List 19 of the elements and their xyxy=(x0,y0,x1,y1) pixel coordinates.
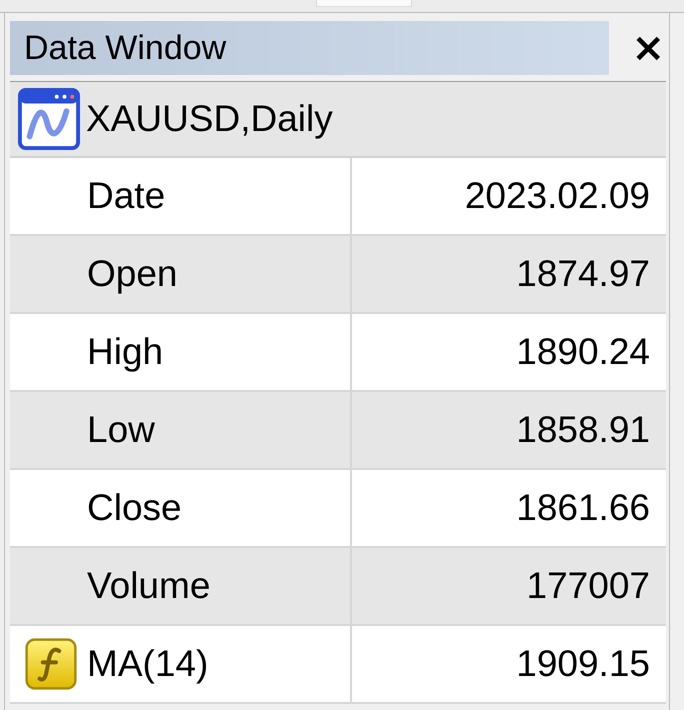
symbol-label: XAUUSD,Daily xyxy=(86,98,333,140)
field-label: High xyxy=(87,331,164,373)
close-button[interactable]: × xyxy=(627,28,669,68)
field-label: Date xyxy=(87,175,166,217)
field-label: Close xyxy=(87,487,182,529)
function-icon xyxy=(25,638,77,690)
field-label: Low xyxy=(87,409,155,451)
field-value: 1874.97 xyxy=(516,253,650,295)
field-label: Open xyxy=(87,253,178,295)
field-label: Volume xyxy=(87,565,210,607)
field-value: 1861.66 xyxy=(516,487,650,529)
field-value: 177007 xyxy=(526,565,650,607)
chart-window-icon xyxy=(18,88,80,150)
field-value: 1909.15 xyxy=(516,643,650,685)
field-value: 1890.24 xyxy=(516,331,650,373)
field-value: 1858.91 xyxy=(516,409,650,451)
window-title: Data Window xyxy=(10,21,610,75)
field-label: MA(14) xyxy=(87,643,208,685)
field-value: 2023.02.09 xyxy=(464,175,650,217)
